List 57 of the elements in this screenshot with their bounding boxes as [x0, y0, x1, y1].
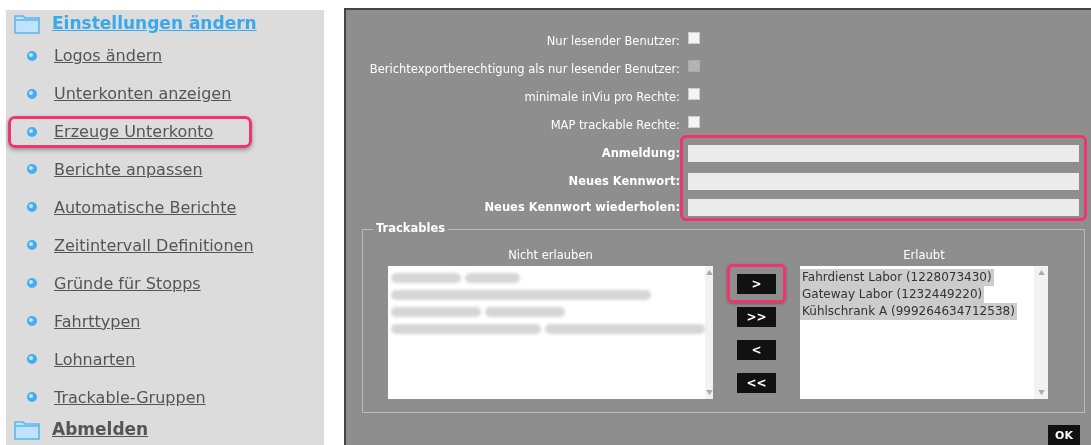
bullet-icon — [26, 201, 38, 214]
checkbox[interactable] — [688, 32, 700, 44]
move-button[interactable]: << — [737, 373, 776, 393]
list-option[interactable]: Fahrdienst Labor (1228073430) — [800, 269, 994, 286]
move-button[interactable]: < — [737, 340, 776, 360]
bullet-icon — [26, 277, 38, 290]
move-button[interactable]: >> — [737, 307, 776, 327]
field-label: Neues Kennwort wiederholen: — [483, 200, 681, 214]
field-label: Anmeldung: — [600, 146, 681, 160]
sidebar-link[interactable]: Zeitintervall Definitionen — [54, 235, 254, 255]
input-field[interactable] — [688, 172, 1079, 190]
sidebar-link[interactable]: Trackable-Gruppen — [54, 387, 206, 407]
list-title: Nicht erlauben — [508, 248, 593, 262]
field-label: Neues Kennwort: — [567, 174, 681, 188]
checkbox[interactable] — [688, 88, 700, 100]
folder-icon — [14, 12, 40, 35]
logout-link[interactable]: Abmelden — [52, 419, 149, 440]
blurred-text — [465, 272, 520, 283]
bullet-icon — [26, 49, 38, 62]
sidebar-link[interactable]: Fahrttypen — [54, 311, 141, 331]
input-field[interactable] — [688, 198, 1079, 216]
sidebar-link[interactable]: Unterkonten anzeigen — [54, 84, 232, 104]
sidebar-link[interactable]: Lohnarten — [54, 349, 136, 369]
field-label: Nur lesender Benutzer: — [545, 34, 681, 48]
scroll-down-arrow-icon[interactable] — [705, 390, 713, 395]
bullet-icon — [26, 391, 38, 403]
list-box[interactable] — [388, 266, 713, 399]
field-label: Berichtexportberechtigung als nur lesender Benutzer: — [368, 62, 681, 76]
list-option[interactable]: Gateway Labor (1232449220) — [800, 286, 985, 303]
folder-icon — [14, 418, 40, 441]
group-legend: Trackables — [373, 221, 449, 235]
scroll-up-arrow-icon[interactable] — [1037, 270, 1045, 275]
scroll-down-arrow-icon[interactable] — [1037, 390, 1045, 395]
bullet-icon — [26, 239, 38, 252]
field-label: minimale inViu pro Rechte: — [523, 90, 681, 104]
bullet-icon — [26, 87, 38, 100]
bullet-icon — [26, 353, 38, 366]
sidebar-link[interactable]: Erzeuge Unterkonto — [54, 122, 214, 142]
list-option[interactable]: Kühlschrank A (999264634712538) — [800, 303, 1017, 320]
checkbox[interactable] — [688, 116, 700, 128]
bullet-icon — [26, 125, 38, 138]
sidebar-link[interactable]: Logos ändern — [54, 46, 163, 66]
blurred-text — [391, 272, 461, 283]
scroll-up-arrow-icon[interactable] — [705, 270, 713, 275]
sidebar-link[interactable]: Automatische Berichte — [54, 197, 237, 217]
list-box[interactable]: Fahrdienst Labor (1228073430) Gateway Labor (1232449220) Kühlschrank A (999264634712538) — [800, 266, 1048, 399]
sidebar-link[interactable]: Gründe für Stopps — [54, 273, 201, 293]
bullet-icon — [26, 163, 38, 176]
scrollbar[interactable] — [705, 266, 713, 399]
input-field[interactable] — [688, 144, 1079, 162]
scrollbar[interactable] — [1034, 266, 1048, 399]
list-title: Erlaubt — [903, 248, 945, 262]
move-button[interactable]: > — [737, 274, 776, 294]
ok-button[interactable]: OK — [1048, 425, 1080, 445]
sidebar-link[interactable]: Berichte anpassen — [54, 160, 203, 179]
field-label: MAP trackable Rechte: — [549, 118, 681, 132]
bullet-icon — [26, 315, 38, 328]
